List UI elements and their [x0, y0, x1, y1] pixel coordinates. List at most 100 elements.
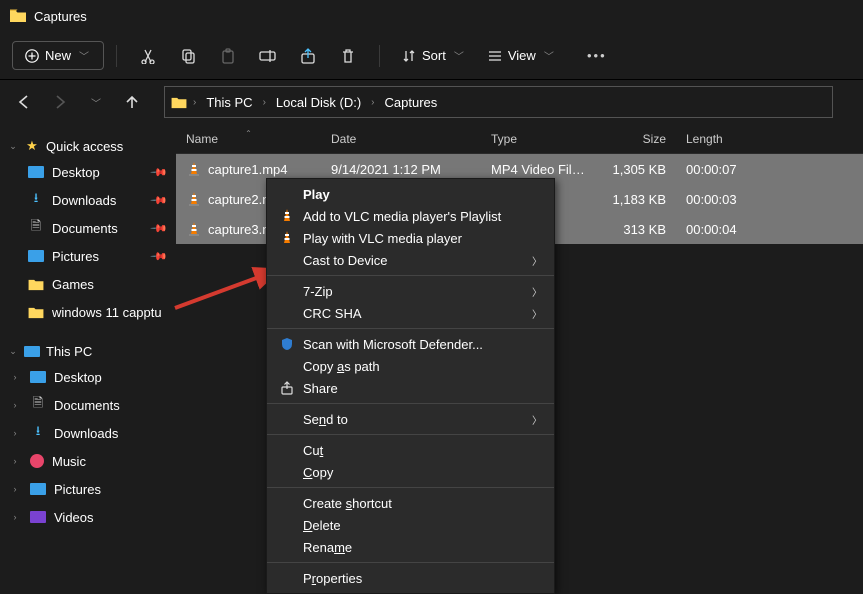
chevron-right-icon: › [10, 512, 20, 522]
sort-button[interactable]: Sort ﹀ [392, 48, 476, 63]
ctx-crc[interactable]: CRC SHA〉 [267, 302, 554, 324]
desktop-icon [30, 371, 46, 383]
quick-access-label: Quick access [46, 139, 123, 154]
desktop-icon [28, 166, 44, 178]
navbar: ﹀ › This PC › Local Disk (D:) › Captures [0, 80, 863, 124]
back-button[interactable] [10, 88, 38, 116]
separator [267, 434, 554, 435]
chevron-down-icon: ﹀ [77, 48, 91, 63]
separator [267, 275, 554, 276]
ctx-rename[interactable]: Rename [267, 536, 554, 558]
ctx-delete[interactable]: Delete [267, 514, 554, 536]
chevron-right-icon: 〉 [532, 412, 542, 427]
share-button[interactable] [289, 38, 327, 74]
chevron-right-icon: › [10, 372, 20, 382]
pc-icon [24, 346, 40, 357]
ctx-play[interactable]: Play [267, 183, 554, 205]
ctx-defender[interactable]: Scan with Microsoft Defender... [267, 333, 554, 355]
view-button[interactable]: View ﹀ [478, 48, 566, 63]
sidebar-item-games[interactable]: Games [0, 270, 176, 298]
ctx-7zip[interactable]: 7-Zip〉 [267, 280, 554, 302]
folder-icon [28, 306, 44, 319]
vlc-icon [279, 230, 295, 246]
pin-icon: 📌 [150, 247, 169, 266]
sort-asc-icon: ⌃ [245, 129, 252, 138]
chevron-down-icon: ﹀ [452, 48, 466, 63]
sidebar-item-desktop2[interactable]: ›Desktop [0, 363, 176, 391]
ctx-copy-path[interactable]: Copy as path [267, 355, 554, 377]
recent-button[interactable]: ﹀ [82, 88, 110, 116]
sidebar-item-music[interactable]: ›Music [0, 447, 176, 475]
ctx-share[interactable]: Share [267, 377, 554, 399]
star-icon: ★ [24, 138, 40, 154]
col-size[interactable]: Size [596, 132, 676, 146]
paste-button[interactable] [209, 38, 247, 74]
ctx-properties[interactable]: Properties [267, 567, 554, 589]
chevron-right-icon: 〉 [532, 253, 542, 268]
sidebar-item-desktop[interactable]: Desktop📌 [0, 158, 176, 186]
crumb-local-disk[interactable]: Local Disk (D:) [272, 93, 365, 112]
view-label: View [508, 48, 536, 63]
forward-button[interactable] [46, 88, 74, 116]
vlc-icon [186, 161, 202, 177]
rename-button[interactable] [249, 38, 287, 74]
title-bar: Captures [0, 0, 863, 32]
documents-icon: 🗎 [28, 220, 44, 236]
folder-icon [28, 278, 44, 291]
sidebar-item-windows11[interactable]: windows 11 capptu [0, 298, 176, 326]
more-button[interactable]: ••• [578, 38, 616, 74]
context-menu: Play Add to VLC media player's Playlist … [266, 178, 555, 594]
sidebar-item-documents[interactable]: 🗎Documents📌 [0, 214, 176, 242]
copy-button[interactable] [169, 38, 207, 74]
sort-label: Sort [422, 48, 446, 63]
chevron-down-icon: ﹀ [542, 48, 556, 63]
sidebar-item-videos[interactable]: ›Videos [0, 503, 176, 531]
share-icon [280, 381, 294, 395]
chevron-right-icon: 〉 [532, 284, 542, 299]
address-bar[interactable]: › This PC › Local Disk (D:) › Captures [164, 86, 833, 118]
separator [116, 45, 117, 67]
crumb-this-pc[interactable]: This PC [202, 93, 256, 112]
sidebar-item-pictures2[interactable]: ›Pictures [0, 475, 176, 503]
videos-icon [30, 511, 46, 523]
chevron-down-icon: ⌄ [8, 346, 18, 357]
documents-icon: 🗎 [30, 397, 46, 413]
ctx-create-shortcut[interactable]: Create shortcut [267, 492, 554, 514]
pictures-icon [30, 483, 46, 495]
sidebar-this-pc[interactable]: ⌄ This PC [0, 340, 176, 363]
new-button[interactable]: New ﹀ [12, 41, 104, 70]
pin-icon: 📌 [150, 163, 169, 182]
pictures-icon [28, 250, 44, 262]
view-icon [488, 49, 502, 63]
sidebar-item-downloads2[interactable]: ›⭳Downloads [0, 419, 176, 447]
col-name[interactable]: ⌃Name [176, 132, 321, 146]
chevron-right-icon: › [369, 97, 376, 108]
ctx-cast[interactable]: Cast to Device〉 [267, 249, 554, 271]
col-type[interactable]: Type [481, 132, 596, 146]
ctx-play-vlc[interactable]: Play with VLC media player [267, 227, 554, 249]
delete-button[interactable] [329, 38, 367, 74]
this-pc-label: This PC [46, 344, 92, 359]
sidebar-quick-access[interactable]: ⌄ ★ Quick access [0, 134, 176, 158]
sidebar-item-downloads[interactable]: ⭳Downloads📌 [0, 186, 176, 214]
separator [267, 487, 554, 488]
cut-button[interactable] [129, 38, 167, 74]
crumb-captures[interactable]: Captures [381, 93, 442, 112]
col-length[interactable]: Length [676, 132, 766, 146]
vlc-icon [279, 208, 295, 224]
sidebar-item-pictures[interactable]: Pictures📌 [0, 242, 176, 270]
chevron-right-icon: › [10, 428, 20, 438]
chevron-right-icon: › [10, 484, 20, 494]
folder-icon [10, 9, 26, 23]
ctx-add-playlist[interactable]: Add to VLC media player's Playlist [267, 205, 554, 227]
col-date[interactable]: Date [321, 132, 481, 146]
vlc-icon [186, 221, 202, 237]
ctx-cut[interactable]: Cut [267, 439, 554, 461]
music-icon [30, 454, 44, 468]
sidebar: ⌄ ★ Quick access Desktop📌 ⭳Downloads📌 🗎D… [0, 124, 176, 587]
sidebar-item-documents2[interactable]: ›🗎Documents [0, 391, 176, 419]
ctx-copy[interactable]: Copy [267, 461, 554, 483]
up-button[interactable] [118, 88, 146, 116]
vlc-icon [186, 191, 202, 207]
ctx-send-to[interactable]: Send to〉 [267, 408, 554, 430]
